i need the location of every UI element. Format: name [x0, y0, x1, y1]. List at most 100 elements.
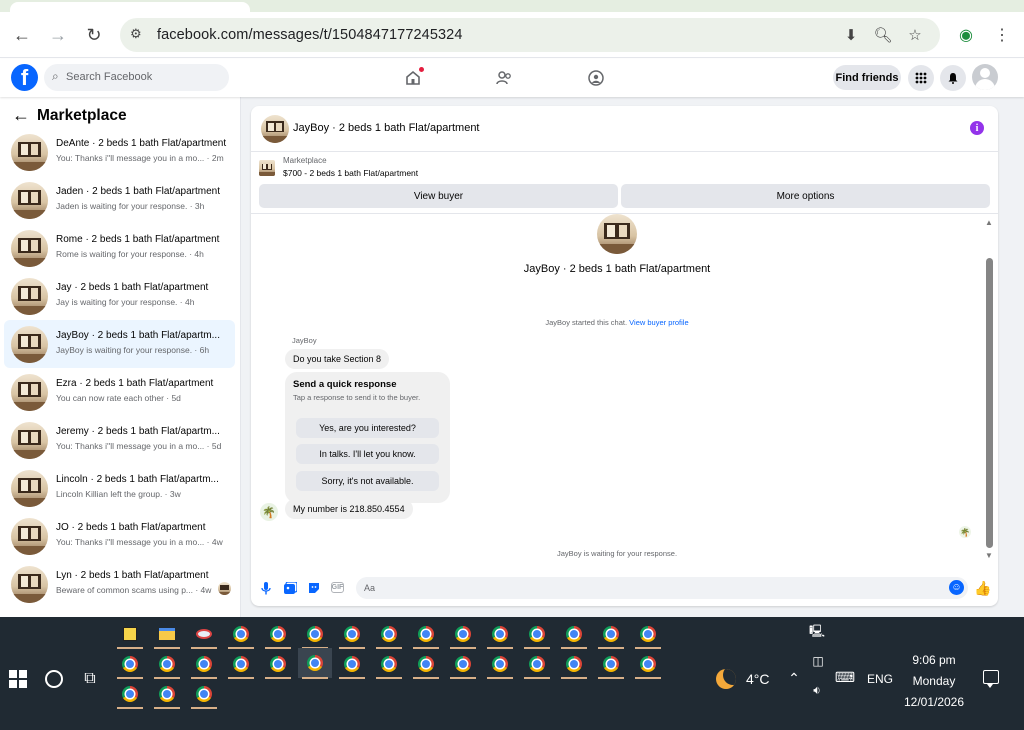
menu-grid-icon[interactable] — [908, 65, 934, 91]
chat-listing-thumbnail[interactable] — [261, 115, 289, 143]
quick-response-option[interactable]: Sorry, it's not available. — [296, 471, 439, 491]
chrome-app-icon[interactable] — [189, 680, 219, 709]
groups-icon[interactable] — [585, 67, 607, 89]
chrome-app-icon[interactable] — [152, 650, 182, 679]
message-input-wrapper[interactable]: ☺ — [356, 577, 968, 599]
browser-tab[interactable] — [10, 2, 250, 12]
view-buyer-button[interactable]: View buyer — [259, 184, 618, 208]
conversation-item[interactable]: Jaden · 2 beds 1 bath Flat/apartment Jad… — [4, 176, 235, 224]
chrome-app-icon[interactable] — [263, 650, 293, 679]
notifications-bell-icon[interactable] — [940, 65, 966, 91]
conversation-item[interactable]: DeAnte · 2 beds 1 bath Flat/apartment Yo… — [4, 128, 235, 176]
notification-center-icon[interactable] — [983, 670, 999, 688]
chrome-app-icon[interactable] — [596, 650, 626, 679]
listing-price[interactable]: $700 - 2 beds 1 bath Flat/apartment — [283, 168, 418, 178]
chrome-app-icon[interactable] — [485, 650, 515, 679]
info-icon[interactable]: i — [970, 121, 984, 135]
emoji-icon[interactable]: ☺ — [949, 580, 964, 595]
chrome-app-icon[interactable] — [226, 650, 256, 679]
install-app-icon[interactable]: ⬇ — [841, 25, 861, 45]
conversation-item[interactable]: Lyn · 2 beds 1 bath Flat/apartment Bewar… — [4, 560, 235, 608]
chrome-app-icon[interactable] — [374, 650, 404, 679]
zoom-icon[interactable]: 🔍︎ — [873, 25, 893, 45]
chrome-app-icon[interactable] — [300, 620, 330, 649]
listing-small-thumbnail[interactable] — [259, 160, 275, 176]
paint-app-icon[interactable] — [189, 620, 219, 649]
speaker-icon[interactable]: 🔉︎ — [808, 683, 826, 697]
sticker-icon[interactable] — [307, 581, 321, 595]
gif-icon[interactable]: GIF — [331, 582, 344, 593]
chrome-app-icon[interactable] — [152, 680, 182, 709]
chrome-app-icon[interactable] — [263, 620, 293, 649]
chrome-app-icon[interactable] — [596, 620, 626, 649]
sticky-notes-app-icon[interactable] — [115, 620, 145, 649]
input-language[interactable]: ENG — [867, 672, 893, 686]
facebook-logo-icon[interactable]: f — [11, 64, 38, 91]
quick-response-option[interactable]: Yes, are you interested? — [296, 418, 439, 438]
message-bubble[interactable]: My number is 218.850.4554 — [285, 499, 413, 519]
chrome-app-icon[interactable] — [559, 620, 589, 649]
chrome-app-icon[interactable] — [522, 620, 552, 649]
chrome-app-icon[interactable] — [115, 680, 145, 709]
chrome-app-icon-active[interactable] — [298, 648, 332, 679]
keyboard-icon[interactable]: ⌨ — [833, 669, 857, 685]
forward-icon[interactable]: → — [45, 22, 71, 48]
site-settings-icon[interactable]: ⚙ — [130, 26, 148, 44]
weather-widget[interactable]: 4°C — [716, 669, 770, 689]
thumbs-up-icon[interactable]: 👍 — [974, 580, 991, 596]
conversation-item[interactable]: JO · 2 beds 1 bath Flat/apartment You: T… — [4, 512, 235, 560]
account-avatar[interactable] — [972, 64, 998, 90]
conversation-item-active[interactable]: JayBoy · 2 beds 1 bath Flat/apartm... Ja… — [4, 320, 235, 368]
chrome-app-icon[interactable] — [559, 650, 589, 679]
more-options-button[interactable]: More options — [621, 184, 990, 208]
view-buyer-profile-link[interactable]: View buyer profile — [629, 318, 688, 327]
microphone-icon[interactable] — [259, 581, 273, 595]
chrome-app-icon[interactable] — [374, 620, 404, 649]
url-text[interactable]: facebook.com/messages/t/1504847177245324 — [157, 27, 463, 43]
friends-icon[interactable] — [493, 67, 515, 89]
scrollbar-thumb[interactable] — [986, 258, 993, 548]
task-view-icon[interactable]: ⧉ — [80, 669, 100, 689]
camera-icon[interactable]: ◫ — [810, 654, 826, 668]
back-icon[interactable]: ← — [9, 22, 35, 48]
profile-icon[interactable]: ◉ — [955, 24, 977, 46]
chevron-up-icon[interactable]: ⌃ — [786, 670, 802, 686]
search-circle-icon[interactable] — [45, 670, 63, 688]
conversation-item[interactable]: Rome · 2 beds 1 bath Flat/apartment Rome… — [4, 224, 235, 272]
file-explorer-app-icon[interactable] — [152, 620, 182, 649]
photo-icon[interactable] — [283, 581, 297, 595]
windows-start-icon[interactable] — [9, 670, 27, 688]
back-arrow-icon[interactable]: ← — [12, 105, 32, 126]
chrome-app-icon[interactable] — [226, 620, 256, 649]
chrome-app-icon[interactable] — [633, 620, 663, 649]
message-input[interactable] — [364, 581, 934, 595]
address-bar[interactable]: ⚙ facebook.com/messages/t/15048471772453… — [120, 18, 940, 52]
message-bubble[interactable]: Do you take Section 8 — [285, 349, 390, 369]
conversation-item[interactable]: Jay · 2 beds 1 bath Flat/apartment Jay i… — [4, 272, 235, 320]
menu-kebab-icon[interactable]: ⋮ — [991, 24, 1013, 46]
sender-avatar[interactable]: 🌴 — [260, 503, 278, 521]
chrome-app-icon[interactable] — [522, 650, 552, 679]
chrome-app-icon[interactable] — [337, 650, 367, 679]
bookmark-star-icon[interactable]: ☆ — [905, 25, 925, 45]
system-clock[interactable]: 9:06 pm Monday 12/01/2026 — [896, 650, 972, 713]
chrome-app-icon[interactable] — [485, 620, 515, 649]
reload-icon[interactable]: ↻ — [81, 22, 107, 48]
conversation-item[interactable]: Jeremy · 2 beds 1 bath Flat/apartm... Yo… — [4, 416, 235, 464]
chrome-app-icon[interactable] — [411, 620, 441, 649]
chrome-app-icon[interactable] — [337, 620, 367, 649]
chat-title[interactable]: JayBoy · 2 beds 1 bath Flat/apartment — [293, 122, 480, 134]
chrome-app-icon[interactable] — [633, 650, 663, 679]
quick-response-option[interactable]: In talks. I'll let you know. — [296, 444, 439, 464]
chrome-app-icon[interactable] — [411, 650, 441, 679]
chrome-app-icon[interactable] — [448, 620, 478, 649]
chrome-app-icon[interactable] — [448, 650, 478, 679]
scroll-up-icon[interactable]: ▲ — [985, 218, 993, 227]
chrome-app-icon[interactable] — [115, 650, 145, 679]
thread-scrollbar[interactable]: ▲ ▼ — [984, 218, 994, 560]
search-input[interactable] — [66, 68, 216, 86]
chrome-app-icon[interactable] — [189, 650, 219, 679]
facebook-search[interactable]: ⌕ — [44, 64, 229, 91]
find-friends-button[interactable]: Find friends — [833, 65, 901, 90]
home-icon[interactable] — [402, 67, 424, 89]
